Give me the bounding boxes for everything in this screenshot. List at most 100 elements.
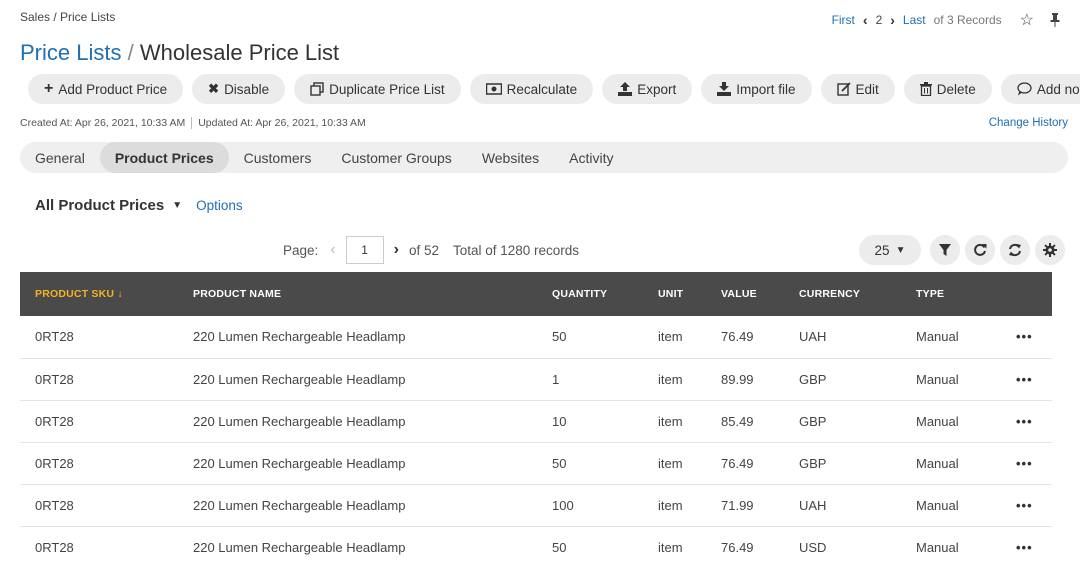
current-record-number: 2: [875, 13, 883, 27]
tab-customer-groups[interactable]: Customer Groups: [326, 142, 466, 173]
refresh-button[interactable]: [965, 235, 995, 265]
button-label: Edit: [855, 81, 879, 97]
cell-quantity: 50: [552, 329, 567, 345]
button-label: Export: [637, 81, 677, 97]
grid-view-name[interactable]: All Product Prices: [35, 197, 164, 214]
export-button[interactable]: Export: [602, 74, 693, 104]
button-label: Duplicate Price List: [329, 81, 445, 97]
title-separator: /: [127, 40, 134, 65]
cell-unit: item: [658, 329, 683, 345]
page-input[interactable]: 1: [345, 236, 384, 264]
star-icon[interactable]: ☆: [1020, 10, 1034, 30]
total-records: Total of 1280 records: [452, 242, 580, 258]
parent-crumb-link[interactable]: Price Lists: [20, 40, 121, 65]
tab-product-prices[interactable]: Product Prices: [99, 142, 229, 173]
reset-button[interactable]: [1000, 235, 1030, 265]
edit-button[interactable]: Edit: [820, 74, 895, 104]
cell-name: 220 Lumen Rechargeable Headlamp: [193, 497, 406, 513]
button-label: Import file: [736, 81, 796, 97]
cell-type: Manual: [916, 497, 959, 513]
breadcrumb[interactable]: Sales / Price Lists: [20, 10, 115, 24]
record-meta: Created At: Apr 26, 2021, 10:33 AM Updat…: [20, 117, 366, 129]
column-header-type[interactable]: TYPE: [916, 272, 1016, 316]
download-icon: [717, 82, 732, 96]
row-actions-icon[interactable]: •••: [1016, 484, 1052, 526]
table-row[interactable]: 0RT28 220 Lumen Rechargeable Headlamp 1 …: [20, 358, 1052, 400]
import-file-button[interactable]: Import file: [701, 74, 812, 104]
chevron-left-icon[interactable]: ‹: [330, 241, 335, 259]
cell-type: Manual: [916, 329, 959, 345]
settings-button[interactable]: [1035, 235, 1065, 265]
table-row[interactable]: 0RT28 220 Lumen Rechargeable Headlamp 50…: [20, 316, 1052, 358]
duplicate-price-list-button[interactable]: Duplicate Price List: [294, 74, 461, 104]
pin-icon[interactable]: [1050, 13, 1060, 27]
cell-value: 85.49: [721, 413, 754, 429]
column-header-quantity[interactable]: QUANTITY: [552, 272, 658, 316]
add-product-price-button[interactable]: + Add Product Price: [28, 74, 184, 104]
table-row[interactable]: 0RT28 220 Lumen Rechargeable Headlamp 10…: [20, 484, 1052, 526]
page-size-select[interactable]: 25 ▼: [859, 235, 921, 265]
button-label: Add note: [1036, 81, 1080, 97]
tab-activity[interactable]: Activity: [554, 142, 628, 173]
page-size-value: 25: [874, 242, 890, 258]
disable-button[interactable]: ✖ Disable: [192, 74, 286, 104]
created-at: Created At: Apr 26, 2021, 10:33 AM: [20, 117, 186, 129]
row-actions-icon[interactable]: •••: [1016, 526, 1052, 568]
caret-down-icon[interactable]: ▼: [172, 200, 182, 211]
first-record-link[interactable]: First: [832, 13, 855, 27]
chevron-right-icon[interactable]: ›: [394, 241, 399, 259]
record-count: of 3 Records: [933, 13, 1002, 27]
cell-value: 76.49: [721, 539, 754, 555]
top-bar: Sales / Price Lists First ‹ 2 › Last of …: [20, 10, 1060, 29]
cell-sku: 0RT28: [35, 455, 74, 471]
cell-value: 76.49: [721, 329, 754, 345]
column-header-sku[interactable]: PRODUCT SKU ↓: [20, 272, 193, 316]
page-label: Page:: [283, 242, 319, 258]
last-record-link[interactable]: Last: [903, 13, 926, 27]
cell-quantity: 50: [552, 539, 567, 555]
add-note-button[interactable]: Add note: [1000, 74, 1080, 104]
table-row[interactable]: 0RT28 220 Lumen Rechargeable Headlamp 50…: [20, 442, 1052, 484]
column-header-actions: [1016, 272, 1052, 316]
cell-quantity: 100: [552, 497, 574, 513]
cell-currency: USD: [799, 539, 827, 555]
tab-websites[interactable]: Websites: [467, 142, 554, 173]
gear-icon: [1043, 243, 1057, 257]
change-history-link[interactable]: Change History: [989, 117, 1068, 129]
cell-value: 76.49: [721, 455, 754, 471]
cell-name: 220 Lumen Rechargeable Headlamp: [193, 413, 406, 429]
entity-title: Wholesale Price List: [139, 40, 340, 65]
table-row[interactable]: 0RT28 220 Lumen Rechargeable Headlamp 50…: [20, 526, 1052, 568]
row-actions-icon[interactable]: •••: [1016, 316, 1052, 358]
row-actions-icon[interactable]: •••: [1016, 358, 1052, 400]
recalculate-button[interactable]: Recalculate: [469, 74, 594, 104]
column-header-name[interactable]: PRODUCT NAME: [193, 272, 552, 316]
row-actions-icon[interactable]: •••: [1016, 400, 1052, 442]
chevron-left-icon[interactable]: ‹: [863, 13, 868, 27]
column-header-value[interactable]: VALUE: [721, 272, 799, 316]
delete-button[interactable]: Delete: [903, 74, 992, 104]
grid-options-link[interactable]: Options: [196, 198, 243, 213]
cell-unit: item: [658, 455, 683, 471]
page-title: Price Lists / Wholesale Price List: [20, 40, 339, 66]
filter-button[interactable]: [930, 235, 960, 265]
table-row[interactable]: 0RT28 220 Lumen Rechargeable Headlamp 10…: [20, 400, 1052, 442]
cell-value: 89.99: [721, 371, 754, 387]
cell-name: 220 Lumen Rechargeable Headlamp: [193, 329, 406, 345]
row-actions-icon[interactable]: •••: [1016, 442, 1052, 484]
trash-icon: [919, 82, 932, 96]
tab-customers[interactable]: Customers: [229, 142, 327, 173]
cell-name: 220 Lumen Rechargeable Headlamp: [193, 455, 406, 471]
column-header-unit[interactable]: UNIT: [658, 272, 721, 316]
cell-sku: 0RT28: [35, 329, 74, 345]
pagination: Page: ‹ 1 › of 52 Total of 1280 records: [283, 236, 579, 264]
money-icon: [485, 83, 502, 95]
column-header-currency[interactable]: CURRENCY: [799, 272, 916, 316]
chevron-right-icon[interactable]: ›: [890, 13, 895, 27]
comment-icon: [1017, 82, 1032, 96]
cell-unit: item: [658, 413, 683, 429]
tab-general[interactable]: General: [20, 142, 100, 173]
duplicate-icon: [310, 82, 324, 96]
refresh-icon: [974, 243, 987, 256]
action-bar: + Add Product Price ✖ Disable Duplicate …: [28, 74, 1080, 104]
